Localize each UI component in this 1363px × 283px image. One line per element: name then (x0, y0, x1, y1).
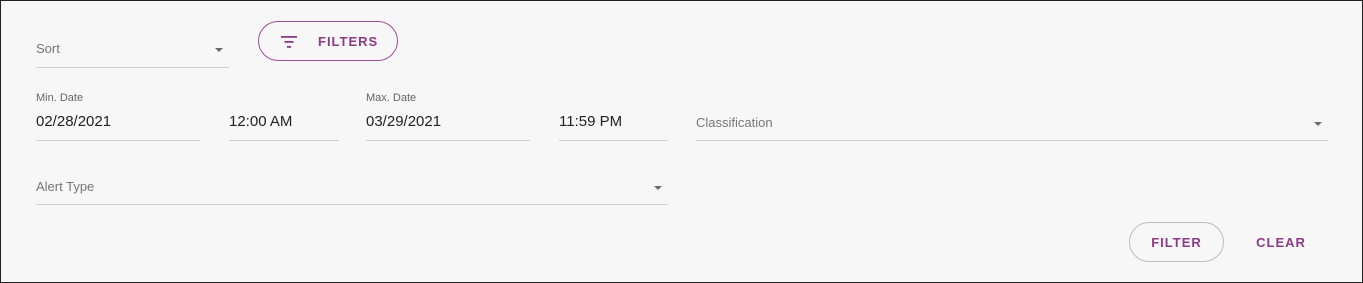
chevron-down-icon (1314, 122, 1322, 126)
alert-type-placeholder: Alert Type (36, 179, 95, 194)
min-date-label: Min. Date (36, 92, 84, 104)
max-date-value: 03/29/2021 (366, 113, 442, 130)
max-time-value: 11:59 PM (559, 113, 623, 130)
filter-button[interactable]: FILTER (1129, 222, 1224, 262)
min-date-value: 02/28/2021 (36, 113, 112, 130)
clear-button-label: CLEAR (1256, 234, 1306, 250)
min-time-input[interactable]: 12:00 AM (229, 105, 339, 141)
max-date-input[interactable]: 03/29/2021 (366, 105, 530, 141)
alert-type-select[interactable]: Alert Type (36, 169, 668, 205)
clear-button[interactable]: CLEAR (1246, 222, 1316, 262)
filters-toggle-button[interactable]: FILTERS (258, 21, 398, 61)
filter-list-icon (281, 36, 297, 48)
filter-button-label: FILTER (1151, 234, 1202, 250)
filters-button-label: FILTERS (318, 34, 379, 49)
sort-placeholder: Sort (36, 41, 60, 56)
classification-placeholder: Classification (696, 115, 773, 130)
classification-select[interactable]: Classification (696, 105, 1328, 141)
min-time-value: 12:00 AM (229, 113, 293, 130)
sort-select[interactable]: Sort (36, 31, 229, 68)
max-date-label: Max. Date (366, 92, 417, 104)
min-date-input[interactable]: 02/28/2021 (36, 105, 200, 141)
chevron-down-icon (654, 186, 662, 190)
chevron-down-icon (215, 48, 223, 52)
filter-panel: Sort FILTERS Min. Date 02/28/2021 12:00 … (0, 0, 1363, 283)
max-time-input[interactable]: 11:59 PM (559, 105, 668, 141)
